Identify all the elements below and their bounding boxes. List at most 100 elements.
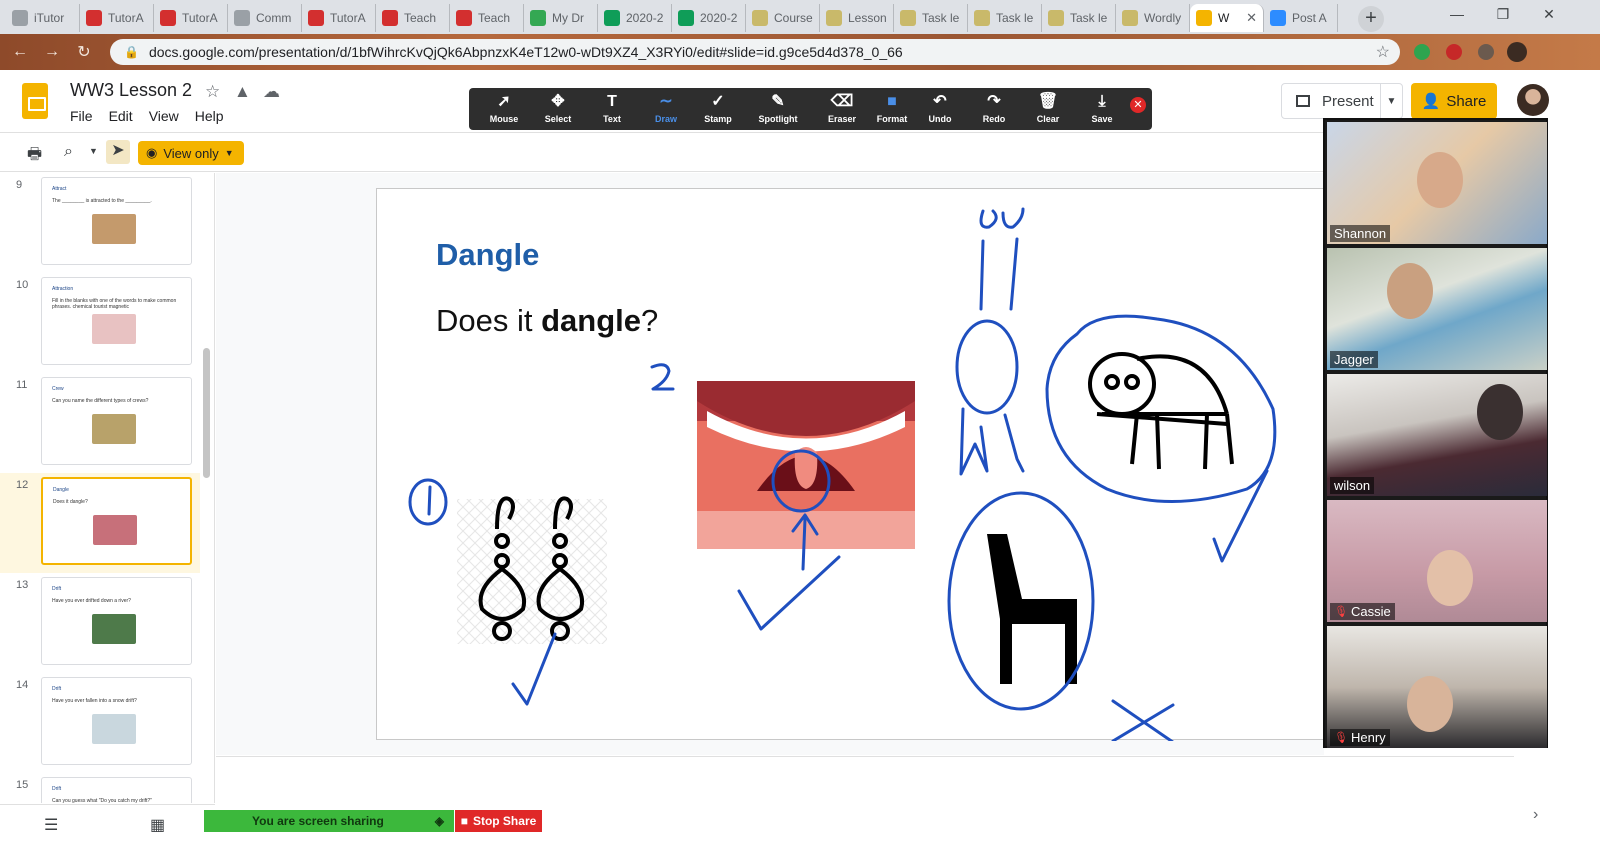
maximize-button[interactable]: ❐ <box>1480 0 1526 30</box>
tool-save-button[interactable]: ⤓ Save <box>1075 88 1129 130</box>
slide-thumbnail[interactable]: Drift Have you ever fallen into a snow dr… <box>41 677 192 765</box>
tab-close-icon[interactable]: ✕ <box>1242 10 1257 26</box>
tool-undo-button[interactable]: ↶ Undo <box>913 88 967 130</box>
browser-tab[interactable]: Course <box>746 4 820 32</box>
filmstrip-slide[interactable]: 14 Drift Have you ever fallen into a snow … <box>0 673 200 773</box>
filmstrip-slide[interactable]: 9 Attract The ________ is attracted to the… <box>0 173 200 273</box>
browser-tab[interactable]: Task le <box>968 4 1042 32</box>
participant-video-tile[interactable]: 🎙 Cassie <box>1327 500 1547 622</box>
extension-ublock-icon[interactable] <box>1446 44 1462 60</box>
tool-mouse-button[interactable]: ➚ Mouse <box>477 88 531 130</box>
window-close-button[interactable]: ✕ <box>1526 0 1572 30</box>
zoom-dropdown-icon[interactable]: ▼ <box>89 146 98 156</box>
share-button[interactable]: 👤 Share <box>1411 83 1497 119</box>
tool-stamp-button[interactable]: ✓ Stamp <box>691 88 745 130</box>
extensions-puzzle-icon[interactable] <box>1478 44 1494 60</box>
profile-avatar[interactable] <box>1507 42 1527 62</box>
bookmark-star-icon[interactable]: ☆ <box>1376 42 1390 62</box>
tool-select-button[interactable]: ✥ Select <box>531 88 585 130</box>
thumbnail-picture <box>92 614 136 644</box>
tool-clear-button[interactable]: 🗑 Clear <box>1021 88 1075 130</box>
menu-edit[interactable]: Edit <box>109 108 133 124</box>
zoom-icon[interactable]: ⌕ <box>64 143 73 161</box>
minimize-button[interactable]: — <box>1434 0 1480 30</box>
browser-tab[interactable]: 2020-2 <box>598 4 672 32</box>
participant-video-tile[interactable]: wilson <box>1327 374 1547 496</box>
present-dropdown-icon[interactable]: ▼ <box>1380 84 1402 118</box>
side-panel-chevron-icon[interactable]: › <box>1533 806 1538 824</box>
browser-tab[interactable]: Comm <box>228 4 302 32</box>
browser-tab[interactable]: Task le <box>1042 4 1116 32</box>
browser-tab[interactable]: TutorA <box>80 4 154 32</box>
slide-thumbnail[interactable]: Drift Have you ever drifted down a river? <box>41 577 192 665</box>
speaker-notes-area[interactable] <box>216 756 1514 804</box>
tool-spotlight-button[interactable]: ✎ Spotlight <box>751 88 805 130</box>
star-icon[interactable]: ☆ <box>205 82 220 102</box>
filmstrip-slide[interactable]: 11 Crew Can you name the different types o… <box>0 373 200 473</box>
view-only-dropdown[interactable]: ◉ View only ▼ <box>138 141 244 165</box>
document-title[interactable]: WW3 Lesson 2 <box>70 80 192 101</box>
zoom-icon <box>1270 10 1286 26</box>
browser-tab[interactable]: TutorA <box>154 4 228 32</box>
browser-tab[interactable]: iTutor <box>6 4 80 32</box>
list-view-icon[interactable]: ☰ <box>44 815 58 835</box>
filmstrip-view-controls: ☰ ▦ <box>0 804 215 860</box>
tab-label: My Dr <box>552 11 584 25</box>
grid-view-icon[interactable]: ▦ <box>150 815 165 835</box>
filmstrip-slide[interactable]: 10 Attraction Fill in the blanks with one … <box>0 273 200 373</box>
slide-number: 12 <box>16 479 29 491</box>
menu-view[interactable]: View <box>149 108 179 124</box>
participant-face <box>1417 152 1463 208</box>
browser-tab[interactable]: Wordly <box>1116 4 1190 32</box>
tool-redo-icon: ↷ <box>987 93 1001 110</box>
browser-tab[interactable]: Teach <box>376 4 450 32</box>
move-to-drive-icon[interactable]: ▲ <box>234 82 251 102</box>
filmstrip-scrollbar[interactable] <box>203 348 210 478</box>
forward-icon[interactable]: → <box>40 43 64 61</box>
filmstrip-slide[interactable]: 12 Dangle Does it dangle? <box>0 473 200 573</box>
current-slide: Dangle Does it dangle? <box>376 188 1324 741</box>
url-field[interactable]: 🔒 docs.google.com/presentation/d/1bfWihr… <box>110 39 1400 65</box>
stop-icon: ■ <box>460 814 468 828</box>
browser-tab[interactable]: TutorA <box>302 4 376 32</box>
tab-label: TutorA <box>108 11 144 25</box>
back-icon[interactable]: ← <box>8 43 32 61</box>
menu-help[interactable]: Help <box>195 108 224 124</box>
print-icon[interactable]: 🖶 <box>27 143 42 170</box>
select-pointer-icon[interactable]: ➤ <box>106 140 130 164</box>
new-tab-button[interactable]: + <box>1358 6 1384 32</box>
present-button[interactable]: Present ▼ <box>1281 83 1403 119</box>
browser-tab[interactable]: My Dr <box>524 4 598 32</box>
browser-tab[interactable]: 2020-2 <box>672 4 746 32</box>
browser-tab[interactable]: W ✕ <box>1190 4 1264 32</box>
thumbnail-title: Dangle <box>53 487 69 493</box>
participant-video-tile[interactable]: 🎙 Henry <box>1327 626 1547 748</box>
slide-thumbnail[interactable]: Crew Can you name the different types of … <box>41 377 192 465</box>
view-only-label: View only <box>163 145 219 161</box>
annotation-close-icon[interactable]: ✕ <box>1130 97 1146 113</box>
participant-video-tile[interactable]: Jagger <box>1327 248 1547 370</box>
participant-video-tile[interactable]: Shannon <box>1327 122 1547 244</box>
tool-redo-button[interactable]: ↷ Redo <box>967 88 1021 130</box>
extension-green-icon[interactable] <box>1414 44 1430 60</box>
tool-draw-button[interactable]: ∼ Draw <box>639 88 693 130</box>
tool-format-button[interactable]: ■ Format <box>865 88 919 130</box>
filmstrip-slide[interactable]: 13 Drift Have you ever drifted down a rive… <box>0 573 200 673</box>
browser-tab[interactable]: Task le <box>894 4 968 32</box>
account-avatar[interactable] <box>1517 84 1549 116</box>
reload-icon[interactable]: ↻ <box>72 42 96 62</box>
slide-thumbnail[interactable]: Attraction Fill in the blanks with one of… <box>41 277 192 365</box>
slides-logo-icon[interactable] <box>22 83 48 119</box>
menu-file[interactable]: File <box>70 108 93 124</box>
browser-tab[interactable]: Teach <box>450 4 524 32</box>
slide-thumbnail[interactable]: Dangle Does it dangle? <box>41 477 192 565</box>
slide-thumbnail[interactable]: Drift Can you guess what "Do you catch my… <box>41 777 192 803</box>
tool-eraser-button[interactable]: ⌫ Eraser <box>815 88 869 130</box>
browser-tab[interactable]: Lesson <box>820 4 894 32</box>
tool-text-button[interactable]: T Text <box>585 88 639 130</box>
filmstrip-slide[interactable]: 15 Drift Can you guess what "Do you catch … <box>0 773 200 803</box>
slide-thumbnail[interactable]: Attract The ________ is attracted to the … <box>41 177 192 265</box>
course-icon <box>752 10 768 26</box>
stop-share-button[interactable]: ■ Stop Share <box>455 810 542 832</box>
browser-tab[interactable]: Post A <box>1264 4 1338 32</box>
